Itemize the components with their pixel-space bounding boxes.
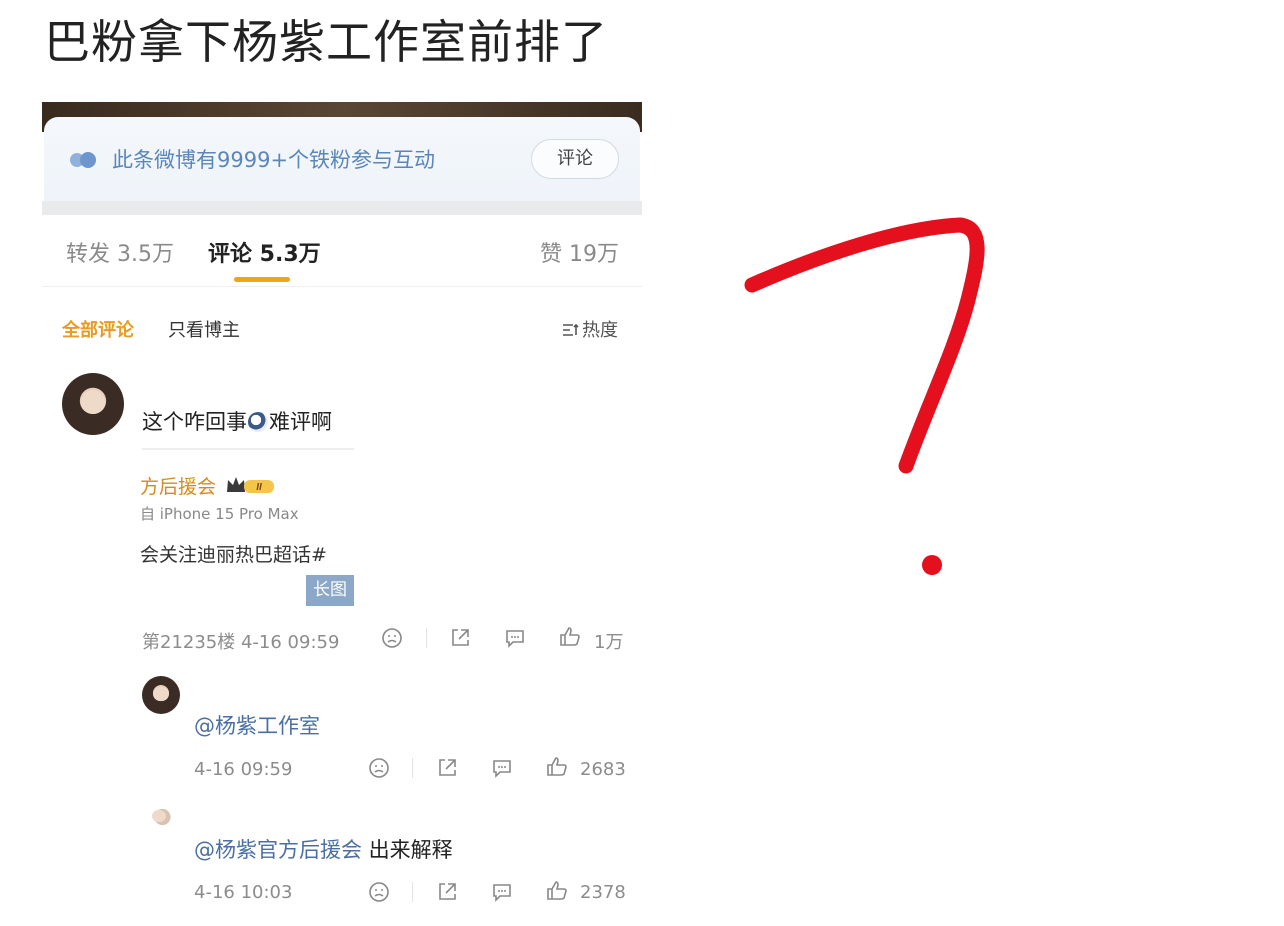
device-info: 自 iPhone 15 Pro Max	[140, 505, 299, 523]
reply-text: @杨紫官方后援会 出来解释	[194, 834, 453, 864]
dislike-icon[interactable]	[380, 626, 404, 650]
like-icon[interactable]	[545, 879, 569, 902]
separator	[412, 758, 413, 778]
stats-bar: 转发 3.5万 评论 5.3万 赞 19万	[42, 216, 642, 286]
reply-time: 4-16 09:59	[194, 759, 293, 780]
like-count: 1万	[594, 632, 624, 653]
weibo-screenshot: 此条微博有9999+个铁粉参与互动 评论 转发 3.5万 评论 5.3万 赞 1…	[42, 102, 642, 902]
comment-text-after: 难评啊	[269, 410, 332, 434]
reply-text: @杨紫工作室	[194, 710, 320, 740]
floor-time: 第21235楼 4-16 09:59	[142, 632, 340, 653]
reply-rest: 出来解释	[362, 838, 453, 862]
sort-label: 热度	[582, 320, 618, 341]
emoji-icon	[248, 412, 268, 432]
tab-comment[interactable]: 评论 5.3万	[208, 236, 321, 268]
filter-all-comments[interactable]: 全部评论	[62, 316, 134, 342]
like-count: 2683	[580, 759, 626, 780]
filter-owner-only[interactable]: 只看博主	[168, 316, 240, 342]
comment-text: 这个咋回事 难评啊	[142, 406, 332, 436]
fan-group-name[interactable]: 方后援会	[140, 472, 216, 499]
share-icon[interactable]	[435, 756, 459, 780]
tab-repost[interactable]: 转发 3.5万	[66, 236, 174, 268]
comment-text-before: 这个咋回事	[142, 410, 247, 434]
avatar[interactable]	[62, 373, 124, 435]
sort-icon	[563, 323, 579, 336]
fans-banner: 此条微博有9999+个铁粉参与互动 评论	[44, 117, 640, 212]
topic-link[interactable]: 会关注迪丽热巴超话#	[140, 540, 327, 567]
tab-like[interactable]: 赞 19万	[540, 236, 619, 268]
like-icon[interactable]	[558, 625, 582, 649]
long-image-tag[interactable]: 长图	[306, 575, 354, 606]
reply-icon[interactable]	[490, 756, 514, 780]
comment-button[interactable]: 评论	[531, 139, 619, 179]
separator	[412, 882, 413, 902]
fans-banner-text: 此条微博有9999+个铁粉参与互动	[112, 148, 436, 172]
reply-time: 4-16 10:03	[194, 882, 293, 902]
reply-icon[interactable]	[490, 880, 514, 902]
fans-icon	[70, 152, 96, 168]
reply-avatar[interactable]	[142, 800, 176, 834]
post-headline: 巴粉拿下杨紫工作室前排了	[44, 15, 608, 69]
divider	[142, 448, 354, 450]
reply-avatar[interactable]	[142, 676, 180, 714]
mention-link[interactable]: @杨紫工作室	[194, 714, 320, 738]
like-count: 2378	[580, 882, 626, 902]
share-icon[interactable]	[448, 626, 472, 650]
active-tab-indicator	[234, 277, 290, 282]
dislike-icon[interactable]	[367, 756, 391, 780]
share-icon[interactable]	[435, 880, 459, 902]
divider	[42, 286, 642, 287]
separator	[426, 628, 427, 648]
reply-icon[interactable]	[503, 626, 527, 650]
dislike-icon[interactable]	[367, 880, 391, 902]
mention-link[interactable]: @杨紫官方后援会	[194, 838, 362, 862]
section-divider	[42, 201, 642, 215]
like-icon[interactable]	[545, 755, 569, 779]
badge-level: II	[256, 482, 262, 493]
crown-badge-icon: II	[227, 477, 274, 493]
sort-hot[interactable]: 热度	[562, 316, 618, 342]
